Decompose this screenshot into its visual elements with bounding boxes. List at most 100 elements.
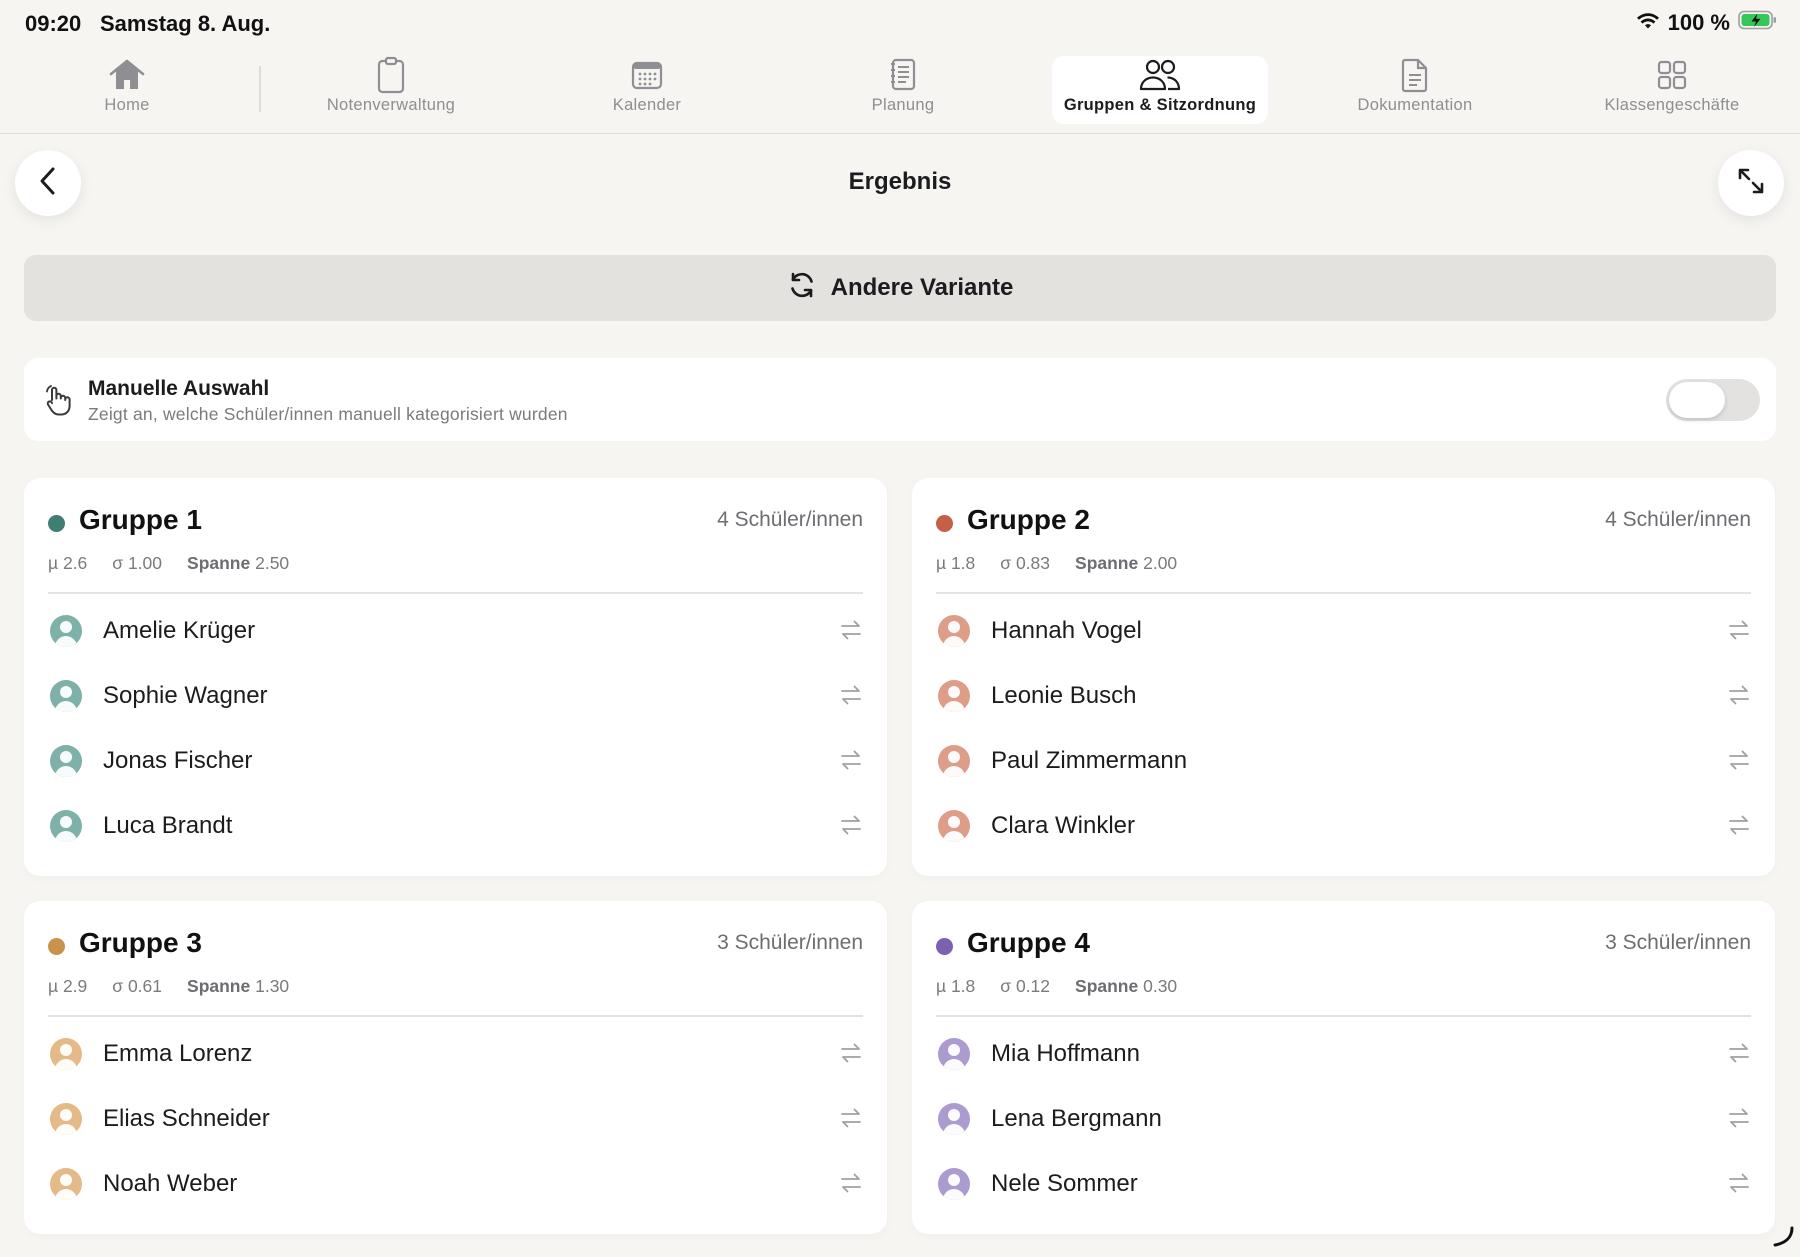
hand-tap-icon	[42, 384, 72, 421]
member-name: Clara Winkler	[991, 811, 1136, 839]
swap-arrows-icon[interactable]	[1727, 1041, 1751, 1070]
swap-arrows-icon[interactable]	[1727, 683, 1751, 712]
swap-arrows-icon[interactable]	[1727, 618, 1751, 647]
group-sd: σ 0.12	[1000, 976, 1051, 996]
manual-selection-toggle[interactable]	[1666, 379, 1760, 421]
member-row[interactable]: Hannah Vogel	[936, 598, 1751, 663]
member-list: Mia Hoffmann Lena Bergmann Nele Sommer	[936, 1021, 1751, 1216]
tab-divider	[259, 66, 261, 112]
swap-arrows-icon[interactable]	[1727, 1171, 1751, 1200]
group-stats: µ 2.6 σ 1.00 Spanne 2.50	[48, 553, 289, 574]
swap-arrows-icon[interactable]	[839, 748, 863, 777]
group-color-dot	[48, 938, 65, 955]
group-member-count: 4 Schüler/innen	[717, 508, 863, 531]
calendar-icon	[631, 56, 663, 94]
person-icon	[50, 1167, 82, 1200]
person-icon	[938, 809, 970, 842]
tab-klassengeschaefte[interactable]: Klassengeschäfte	[1590, 56, 1754, 124]
tab-dokumentation[interactable]: Dokumentation	[1340, 56, 1490, 124]
tab-notenverwaltung[interactable]: Notenverwaltung	[308, 56, 474, 124]
group-range: Spanne 1.30	[187, 976, 289, 997]
member-row[interactable]: Clara Winkler	[936, 793, 1751, 858]
swap-arrows-icon[interactable]	[839, 618, 863, 647]
swap-arrows-icon[interactable]	[839, 683, 863, 712]
tab-label: Home	[104, 96, 150, 114]
other-variant-label: Andere Variante	[830, 274, 1014, 301]
swap-arrows-icon[interactable]	[1727, 813, 1751, 842]
group-sd: σ 1.00	[112, 553, 163, 573]
group-color-dot	[936, 938, 953, 955]
person-icon	[938, 1167, 970, 1200]
group-range: Spanne 0.30	[1075, 976, 1177, 997]
group-title: Gruppe 2	[967, 504, 1090, 535]
member-row[interactable]: Elias Schneider	[48, 1086, 863, 1151]
member-row[interactable]: Sophie Wagner	[48, 663, 863, 728]
expand-button[interactable]	[1718, 150, 1784, 216]
range-label: Spanne	[187, 976, 251, 996]
member-name: Hannah Vogel	[991, 616, 1142, 644]
group-mean: µ 1.8	[936, 553, 976, 573]
refresh-icon	[787, 270, 817, 307]
other-variant-button[interactable]: Andere Variante	[24, 255, 1776, 321]
battery-percent: 100 %	[1667, 10, 1730, 35]
person-icon	[938, 614, 970, 647]
swap-arrows-icon[interactable]	[839, 1171, 863, 1200]
tab-label: Gruppen & Sitzordnung	[1063, 96, 1257, 114]
swap-arrows-icon[interactable]	[839, 1106, 863, 1135]
tab-bar: Home Notenverwaltung Kalender Planung Gr…	[0, 52, 1800, 134]
member-row[interactable]: Paul Zimmermann	[936, 728, 1751, 793]
group-card: Gruppe 4 3 Schüler/innen µ 1.8 σ 0.12 Sp…	[912, 901, 1775, 1234]
page-title: Ergebnis	[848, 168, 952, 195]
swap-arrows-icon[interactable]	[839, 813, 863, 842]
member-row[interactable]: Noah Weber	[48, 1151, 863, 1216]
member-row[interactable]: Lena Bergmann	[936, 1086, 1751, 1151]
member-name: Jonas Fischer	[103, 746, 253, 774]
member-row[interactable]: Leonie Busch	[936, 663, 1751, 728]
group-stats: µ 1.8 σ 0.83 Spanne 2.00	[936, 553, 1177, 574]
person-icon	[938, 679, 970, 712]
group-card: Gruppe 2 4 Schüler/innen µ 1.8 σ 0.83 Sp…	[912, 478, 1775, 876]
manual-selection-subtitle: Zeigt an, welche Schüler/innen manuell k…	[88, 404, 568, 424]
group-member-count: 3 Schüler/innen	[1605, 931, 1751, 954]
swap-arrows-icon[interactable]	[1727, 1106, 1751, 1135]
house-icon	[107, 56, 147, 94]
wifi-icon	[1636, 10, 1660, 36]
notebook-icon	[888, 56, 918, 94]
member-row[interactable]: Jonas Fischer	[48, 728, 863, 793]
member-row[interactable]: Luca Brandt	[48, 793, 863, 858]
group-sd: σ 0.61	[112, 976, 163, 996]
person-icon	[938, 1037, 970, 1070]
person-icon	[50, 679, 82, 712]
manual-selection-title: Manuelle Auswahl	[88, 377, 270, 400]
member-row[interactable]: Nele Sommer	[936, 1151, 1751, 1216]
tab-label: Dokumentation	[1357, 96, 1473, 114]
swap-arrows-icon[interactable]	[839, 1041, 863, 1070]
member-row[interactable]: Mia Hoffmann	[936, 1021, 1751, 1086]
tab-planung[interactable]: Planung	[843, 56, 963, 124]
tab-home[interactable]: Home	[62, 56, 192, 124]
manual-selection-card: Manuelle Auswahl Zeigt an, welche Schüle…	[24, 358, 1776, 441]
tab-label: Notenverwaltung	[326, 96, 456, 114]
status-indicators: 100 %	[1636, 10, 1778, 36]
member-name: Amelie Krüger	[103, 616, 256, 644]
member-name: Elias Schneider	[103, 1104, 270, 1132]
group-member-count: 3 Schüler/innen	[717, 931, 863, 954]
clipboard-icon	[376, 56, 406, 94]
group-color-dot	[48, 515, 65, 532]
group-title: Gruppe 3	[79, 927, 202, 958]
range-label: Spanne	[1075, 976, 1139, 996]
group-title: Gruppe 1	[79, 504, 202, 535]
grid-icon	[1656, 56, 1688, 94]
tab-kalender[interactable]: Kalender	[587, 56, 707, 124]
corner-indicator-icon	[1772, 1225, 1794, 1252]
expand-arrows-icon	[1736, 166, 1766, 201]
people-icon	[1137, 56, 1183, 94]
swap-arrows-icon[interactable]	[1727, 748, 1751, 777]
range-value: 2.00	[1143, 553, 1178, 573]
person-icon	[50, 744, 82, 777]
group-sd: σ 0.83	[1000, 553, 1051, 573]
tab-gruppen-sitzordnung[interactable]: Gruppen & Sitzordnung	[1052, 56, 1268, 124]
member-row[interactable]: Emma Lorenz	[48, 1021, 863, 1086]
member-row[interactable]: Amelie Krüger	[48, 598, 863, 663]
member-name: Lena Bergmann	[991, 1104, 1162, 1132]
